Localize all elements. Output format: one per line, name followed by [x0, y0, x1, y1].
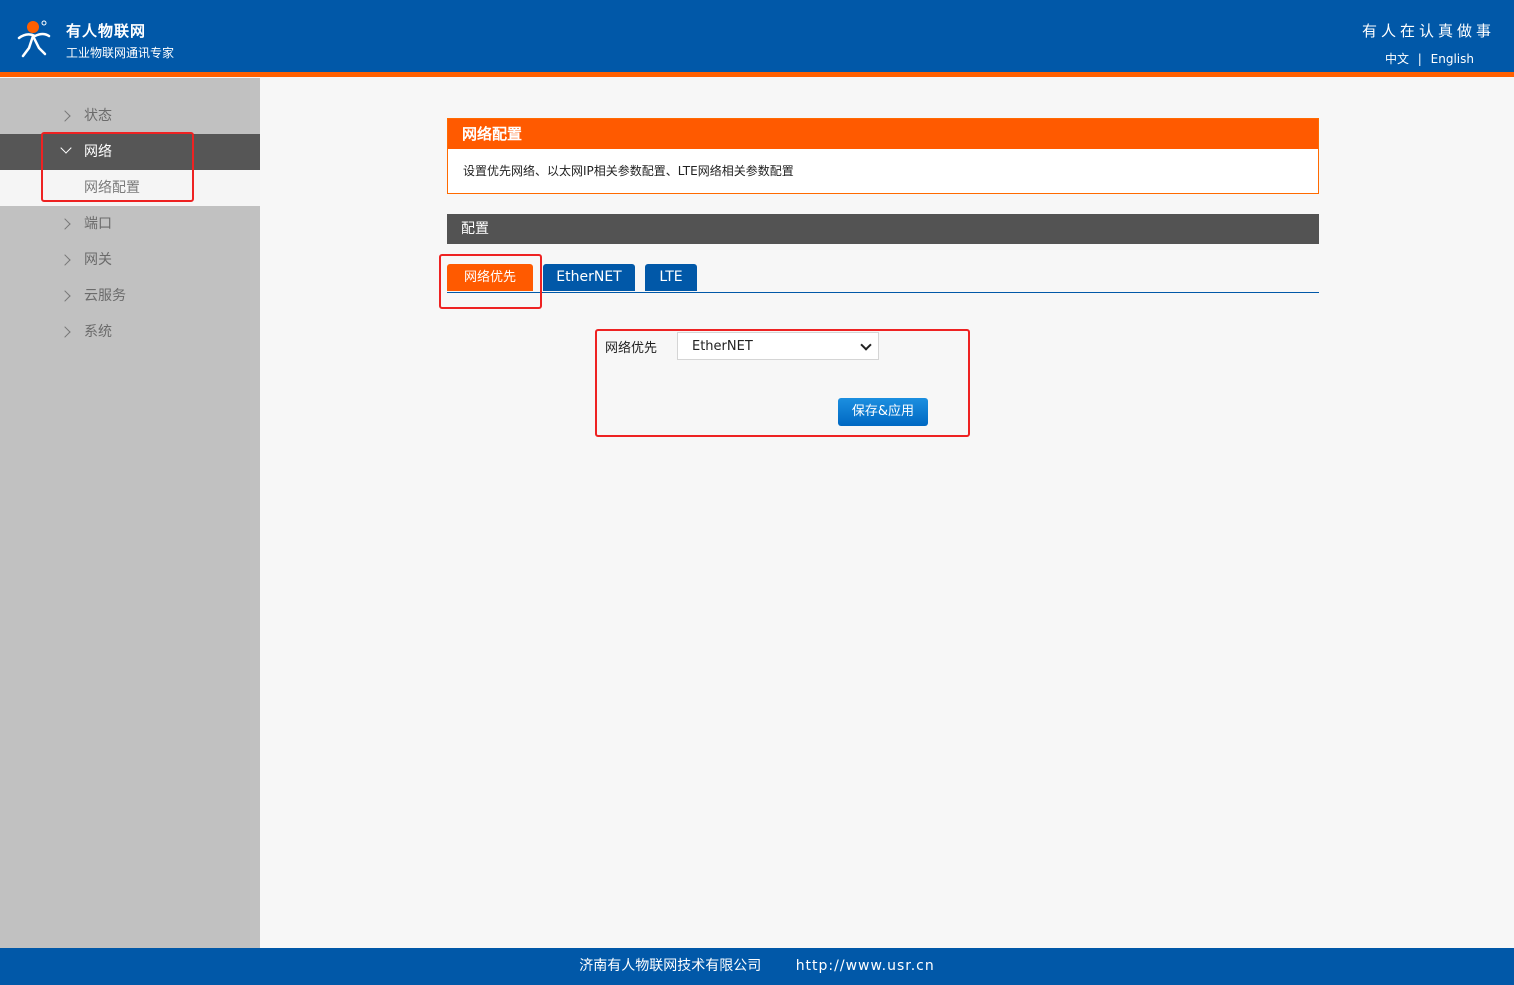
sidebar-item-label: 网关 [84, 252, 112, 268]
sidebar-item-label: 云服务 [84, 288, 126, 304]
lang-english-link[interactable]: English [1431, 52, 1474, 66]
chevron-right-icon [59, 290, 71, 302]
usr-logo-icon[interactable] [15, 18, 55, 58]
lang-chinese-link[interactable]: 中文 [1385, 52, 1409, 66]
app-header: 有人物联网 工业物联网通讯专家 有人在认真做事 中文 | English [0, 0, 1514, 74]
tab-lte[interactable]: LTE [645, 264, 697, 291]
brand-subtitle: 工业物联网通讯专家 [66, 46, 175, 60]
annotation-box-priority-tab [439, 254, 542, 309]
lang-separator: | [1417, 52, 1422, 66]
info-title: 网络配置 [448, 119, 1318, 149]
slogan: 有人在认真做事 [1361, 22, 1495, 40]
config-section-title: 配置 [447, 214, 1319, 244]
chevron-right-icon [59, 218, 71, 230]
footer-company: 济南有人物联网技术有限公司 [579, 958, 762, 974]
header-accent-bar [0, 72, 1514, 77]
footer-url-link[interactable]: http://www.usr.cn [796, 958, 935, 974]
sidebar-item-system[interactable]: 系统 [0, 314, 260, 350]
sidebar: 状态 网络 网络配置 端口 网关 云服务 系统 [0, 78, 260, 948]
annotation-box-network-menu [41, 132, 194, 202]
sidebar-item-label: 端口 [84, 216, 112, 232]
sidebar-item-status[interactable]: 状态 [0, 98, 260, 134]
sidebar-item-cloud-service[interactable]: 云服务 [0, 278, 260, 314]
language-switcher: 中文 | English [1385, 50, 1474, 67]
sidebar-item-label: 系统 [84, 324, 112, 340]
config-tabs: 网络优先 EtherNET LTE [447, 264, 1319, 293]
info-panel: 网络配置 设置优先网络、以太网IP相关参数配置、LTE网络相关参数配置 [447, 118, 1319, 194]
sidebar-item-port[interactable]: 端口 [0, 206, 260, 242]
chevron-right-icon [59, 254, 71, 266]
brand-name: 有人物联网 [66, 22, 147, 40]
chevron-right-icon [59, 326, 71, 338]
info-description: 设置优先网络、以太网IP相关参数配置、LTE网络相关参数配置 [463, 164, 794, 178]
annotation-box-priority-form [595, 329, 970, 437]
sidebar-item-gateway[interactable]: 网关 [0, 242, 260, 278]
sidebar-item-label: 状态 [84, 108, 112, 124]
tab-ethernet[interactable]: EtherNET [543, 264, 635, 291]
chevron-right-icon [59, 110, 71, 122]
footer: 济南有人物联网技术有限公司 http://www.usr.cn [0, 948, 1514, 985]
